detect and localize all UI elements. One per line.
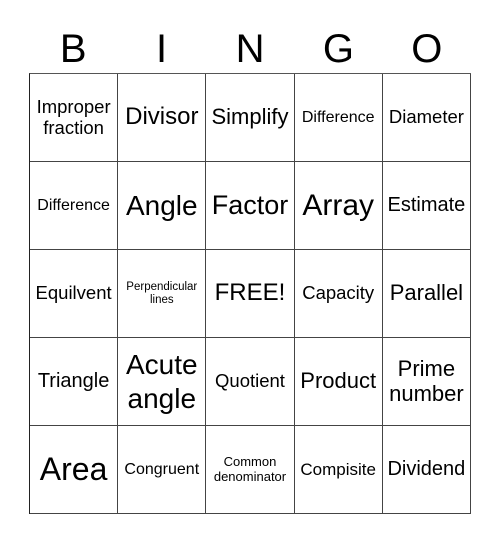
- bingo-cell[interactable]: Acute angle: [118, 338, 207, 426]
- bingo-cell[interactable]: Triangle: [30, 338, 119, 426]
- header-letter-i: I: [156, 27, 168, 71]
- bingo-cell[interactable]: Factor: [206, 162, 295, 250]
- bingo-cell[interactable]: Capacity: [294, 250, 383, 338]
- bingo-cell[interactable]: Simplify: [206, 74, 295, 162]
- bingo-cell[interactable]: Difference: [294, 74, 383, 162]
- bingo-cell[interactable]: Quotient: [206, 338, 295, 426]
- bingo-cell[interactable]: Diameter: [382, 74, 471, 162]
- bingo-cell[interactable]: Improper fraction: [30, 74, 119, 162]
- bingo-cell[interactable]: Parallel: [382, 250, 471, 338]
- bingo-cell[interactable]: Array: [294, 162, 383, 250]
- bingo-cell[interactable]: Product: [294, 338, 383, 426]
- bingo-cell[interactable]: Perpendicular lines: [118, 250, 207, 338]
- bingo-cell[interactable]: Equilvent: [30, 250, 119, 338]
- bingo-grid: Improper fraction Divisor Simplify Diffe…: [29, 73, 471, 514]
- bingo-cell[interactable]: Estimate: [382, 162, 471, 250]
- bingo-cell[interactable]: Angle: [118, 162, 207, 250]
- header-letter-b: B: [59, 27, 87, 71]
- header-letter-n: N: [235, 27, 265, 71]
- bingo-cell[interactable]: Common denominator: [206, 426, 295, 514]
- bingo-cell[interactable]: Congruent: [118, 426, 207, 514]
- free-space-cell[interactable]: FREE!: [206, 250, 295, 338]
- bingo-cell[interactable]: Divisor: [118, 74, 207, 162]
- bingo-cell[interactable]: Area: [30, 426, 119, 514]
- bingo-cell[interactable]: Prime number: [382, 338, 471, 426]
- bingo-cell[interactable]: Difference: [30, 162, 119, 250]
- bingo-header: B I N G O: [29, 26, 471, 72]
- header-letter-g: G: [322, 27, 354, 71]
- bingo-cell[interactable]: Compisite: [294, 426, 383, 514]
- header-letter-o: O: [411, 27, 443, 71]
- bingo-cell[interactable]: Dividend: [382, 426, 471, 514]
